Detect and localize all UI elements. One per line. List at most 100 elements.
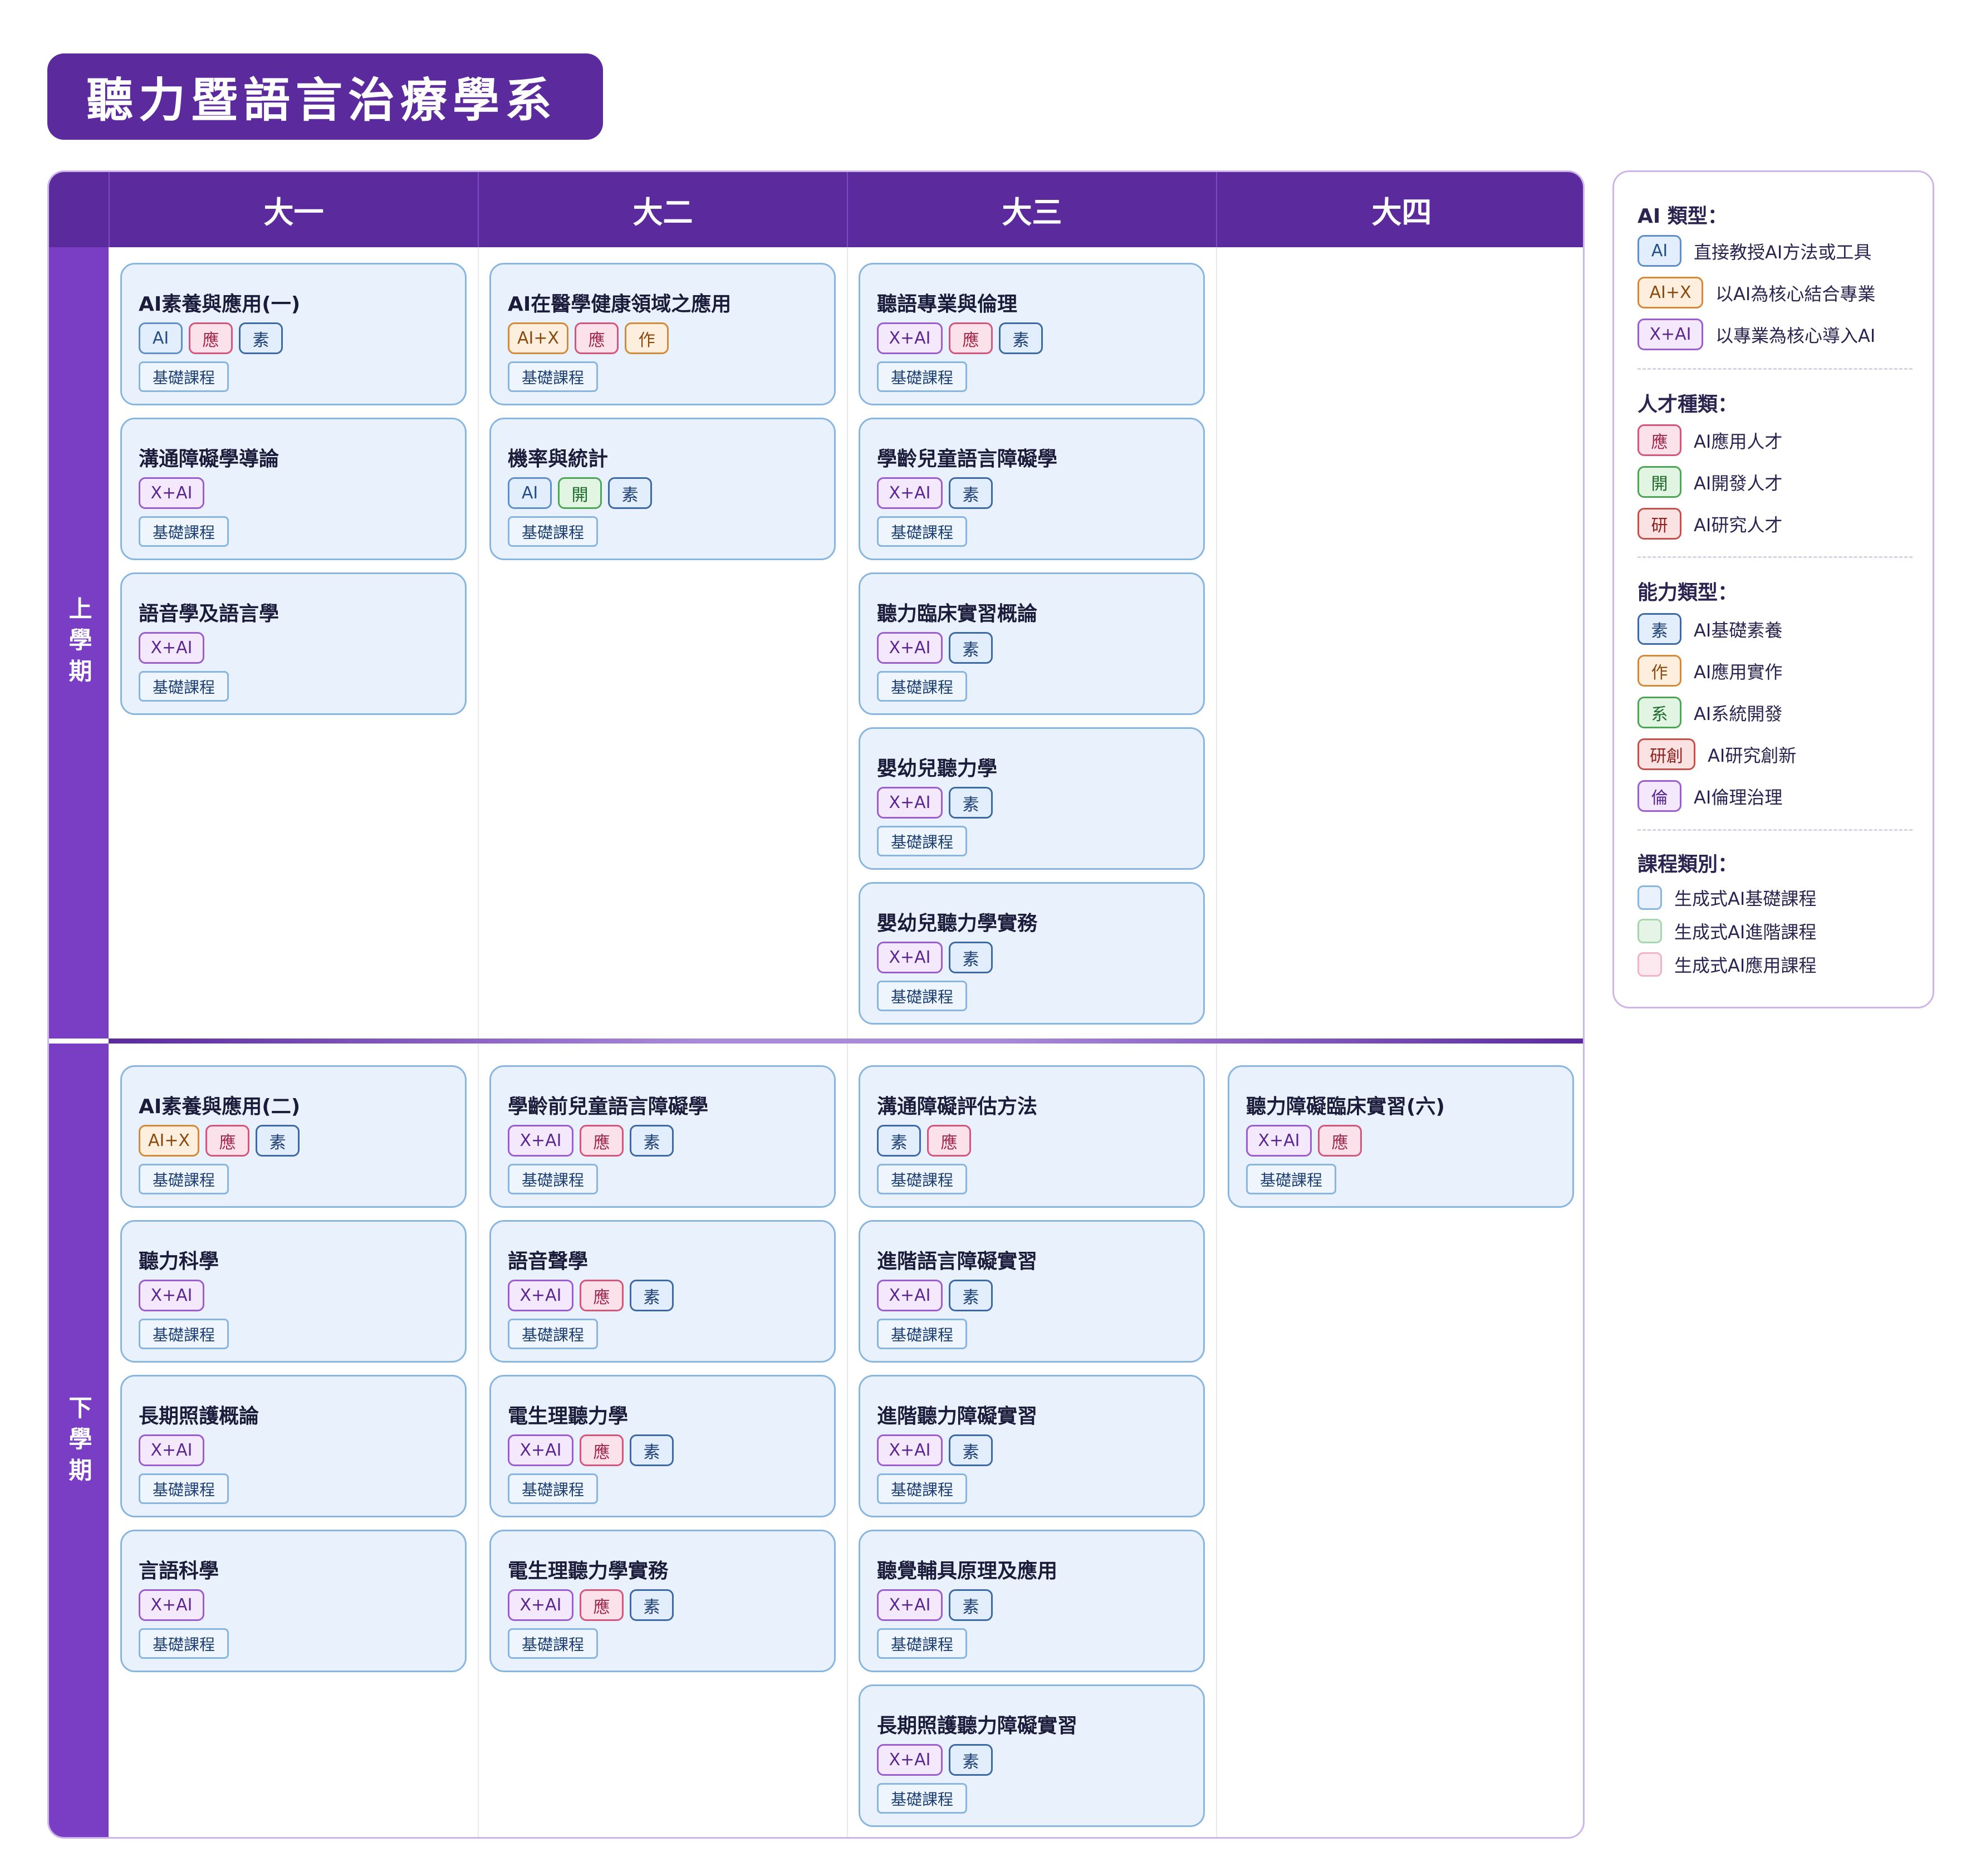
course-name: AI在醫學健康領域之應用 bbox=[508, 293, 732, 316]
course-name: AI素養與應用(一) bbox=[139, 293, 301, 316]
tag-kai: 開 bbox=[558, 477, 602, 509]
legend-item: 素 AI基礎素養 bbox=[1637, 613, 1782, 645]
tag-su: 素 bbox=[1637, 613, 1681, 645]
tag-su: 素 bbox=[949, 787, 993, 819]
course-name: 嬰幼兒聽力學實務 bbox=[877, 912, 1038, 935]
legend-separator bbox=[1637, 556, 1913, 558]
tag-yanchuang: 研創 bbox=[1637, 738, 1695, 770]
legend-description: AI開發人才 bbox=[1694, 472, 1783, 494]
course-name: 長期照護概論 bbox=[139, 1405, 259, 1428]
course-card[interactable]: 溝通障礙學導論 X+AI 基礎課程 bbox=[120, 418, 467, 560]
course-card[interactable]: AI素養與應用(二) AI+X 應素基礎課程 bbox=[120, 1065, 467, 1208]
legend-description: 生成式AI應用課程 bbox=[1674, 955, 1817, 976]
tag-su: 素 bbox=[608, 477, 652, 509]
course-card[interactable]: 電生理聽力學實務 X+AI 應素基礎課程 bbox=[489, 1530, 836, 1672]
legend-description: AI研究創新 bbox=[1708, 744, 1797, 766]
course-tags: X+AI 應素 bbox=[508, 1434, 674, 1466]
course-category-badge: 基礎課程 bbox=[508, 516, 599, 547]
course-card[interactable]: 語音聲學 X+AI 應素基礎課程 bbox=[489, 1220, 836, 1363]
tag-aix: AI+X bbox=[1637, 277, 1703, 308]
tag-su: 素 bbox=[949, 477, 993, 509]
year-header-4: 大四 bbox=[1216, 172, 1583, 247]
course-tags: 素應 bbox=[877, 1125, 971, 1157]
legend-item: 研創 AI研究創新 bbox=[1637, 738, 1796, 770]
course-category-badge: 基礎課程 bbox=[877, 1164, 968, 1194]
course-tags: X+AI 應素 bbox=[508, 1589, 674, 1621]
course-name: 聽語專業與倫理 bbox=[877, 293, 1018, 316]
course-card[interactable]: 學齡前兒童語言障礙學 X+AI 應素基礎課程 bbox=[489, 1065, 836, 1208]
course-category-badge: 基礎課程 bbox=[877, 671, 968, 702]
course-tags: X+AI 素 bbox=[877, 787, 993, 819]
tag-xai: X+AI bbox=[1637, 319, 1703, 350]
course-name: 學齡前兒童語言障礙學 bbox=[508, 1095, 709, 1118]
legend-heading: 課程類別： bbox=[1637, 853, 1738, 876]
legend-separator bbox=[1637, 829, 1913, 831]
tag-ying: 應 bbox=[580, 1125, 624, 1157]
course-tags: AI+X 應素 bbox=[139, 1125, 300, 1157]
course-card[interactable]: 聽力科學 X+AI 基礎課程 bbox=[120, 1220, 467, 1363]
course-category-badge: 基礎課程 bbox=[877, 1628, 968, 1659]
legend-category-item: 生成式AI進階課程 bbox=[1637, 918, 1816, 944]
course-tags: X+AI 素 bbox=[877, 1589, 993, 1621]
course-card[interactable]: 進階語言障礙實習 X+AI 素基礎課程 bbox=[859, 1220, 1205, 1363]
course-category-badge: 基礎課程 bbox=[139, 1164, 229, 1194]
tag-ai: AI bbox=[1637, 235, 1681, 267]
course-card[interactable]: 嬰幼兒聽力學實務 X+AI 素基礎課程 bbox=[859, 882, 1205, 1025]
course-card[interactable]: 聽語專業與倫理 X+AI 應素基礎課程 bbox=[859, 263, 1205, 405]
course-name: 語音學及語言學 bbox=[139, 603, 280, 625]
course-category-badge: 基礎課程 bbox=[877, 826, 968, 856]
course-name: 聽力科學 bbox=[139, 1250, 219, 1273]
tag-xai: X+AI bbox=[877, 787, 943, 819]
course-card[interactable]: 言語科學 X+AI 基礎課程 bbox=[120, 1530, 467, 1672]
category-swatch bbox=[1637, 952, 1662, 977]
course-tags: X+AI bbox=[139, 477, 204, 509]
course-category-badge: 基礎課程 bbox=[877, 361, 968, 392]
course-tags: X+AI 素 bbox=[877, 1280, 993, 1311]
course-category-badge: 基礎課程 bbox=[139, 1473, 229, 1504]
department-title-banner: 聽力暨語言治療學系 bbox=[47, 53, 603, 140]
course-card[interactable]: 語音學及語言學 X+AI 基礎課程 bbox=[120, 572, 467, 715]
legend-description: 以AI為核心結合專業 bbox=[1715, 283, 1876, 305]
course-card[interactable]: 聽力障礙臨床實習(六) X+AI 應基礎課程 bbox=[1228, 1065, 1574, 1208]
course-name: 溝通障礙學導論 bbox=[139, 448, 280, 471]
tag-xi: 系 bbox=[1637, 697, 1681, 728]
course-tags: AI 開素 bbox=[508, 477, 652, 509]
tag-zuo: 作 bbox=[625, 322, 669, 354]
semester-second-text: 下學期 bbox=[65, 1395, 92, 1489]
legend-description: 以專業為核心導入AI bbox=[1715, 325, 1876, 346]
course-card[interactable]: 電生理聽力學 X+AI 應素基礎課程 bbox=[489, 1375, 836, 1517]
course-tags: X+AI bbox=[139, 1589, 204, 1621]
tag-xai: X+AI bbox=[877, 1744, 943, 1776]
course-card[interactable]: 進階聽力障礙實習 X+AI 素基礎課程 bbox=[859, 1375, 1205, 1517]
course-tags: X+AI 應 bbox=[1246, 1125, 1362, 1157]
course-card[interactable]: AI在醫學健康領域之應用 AI+X 應作基礎課程 bbox=[489, 263, 836, 405]
course-tags: X+AI 素 bbox=[877, 942, 993, 973]
course-card[interactable]: AI素養與應用(一) AI 應素基礎課程 bbox=[120, 263, 467, 405]
course-name: 進階聽力障礙實習 bbox=[877, 1405, 1038, 1428]
semester-label-second: 下學期 bbox=[49, 1044, 109, 1837]
course-card[interactable]: 長期照護概論 X+AI 基礎課程 bbox=[120, 1375, 467, 1517]
course-card[interactable]: 聽覺輔具原理及應用 X+AI 素基礎課程 bbox=[859, 1530, 1205, 1672]
tag-xai: X+AI bbox=[877, 1280, 943, 1311]
legend-item: 應 AI應用人才 bbox=[1637, 424, 1782, 456]
course-category-badge: 基礎課程 bbox=[508, 1628, 599, 1659]
legend-description: 直接教授AI方法或工具 bbox=[1694, 241, 1872, 263]
tag-su: 素 bbox=[239, 322, 283, 354]
course-category-badge: 基礎課程 bbox=[877, 1783, 968, 1814]
tag-su: 素 bbox=[630, 1280, 674, 1311]
course-card[interactable]: 長期照護聽力障礙實習 X+AI 素基礎課程 bbox=[859, 1684, 1205, 1827]
legend-heading: 人才種類： bbox=[1637, 393, 1738, 416]
tag-ai: AI bbox=[508, 477, 552, 509]
course-card[interactable]: 溝通障礙評估方法素應基礎課程 bbox=[859, 1065, 1205, 1208]
tag-su: 素 bbox=[630, 1589, 674, 1621]
tag-su: 素 bbox=[877, 1125, 921, 1157]
year-header-2: 大二 bbox=[478, 172, 847, 247]
course-name: 電生理聽力學 bbox=[508, 1405, 629, 1428]
course-name: 語音聲學 bbox=[508, 1250, 589, 1273]
course-card[interactable]: 聽力臨床實習概論 X+AI 素基礎課程 bbox=[859, 572, 1205, 715]
course-card[interactable]: 學齡兒童語言障礙學 X+AI 素基礎課程 bbox=[859, 418, 1205, 560]
course-card[interactable]: 嬰幼兒聽力學 X+AI 素基礎課程 bbox=[859, 727, 1205, 870]
tag-su: 素 bbox=[949, 1589, 993, 1621]
course-card[interactable]: 機率與統計 AI 開素基礎課程 bbox=[489, 418, 836, 560]
tag-xai: X+AI bbox=[877, 632, 943, 664]
